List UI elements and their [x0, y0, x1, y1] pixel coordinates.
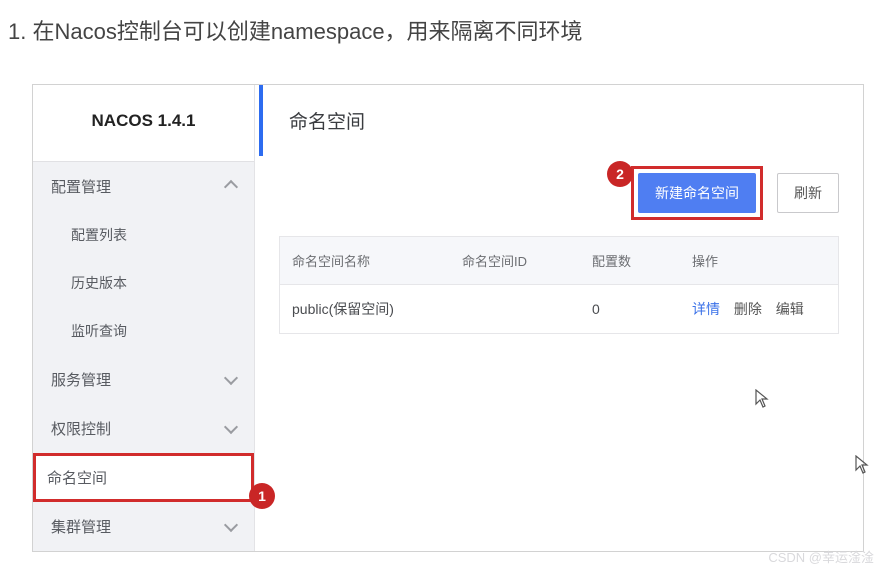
sidebar-item-namespace[interactable]: 命名空间: [33, 453, 254, 502]
detail-link[interactable]: 详情: [692, 301, 720, 317]
chevron-down-icon: [224, 371, 238, 385]
sidebar-item-listen[interactable]: 监听查询: [33, 307, 254, 355]
sidebar-item-config-manage[interactable]: 配置管理: [33, 162, 254, 211]
logo: NACOS 1.4.1: [33, 85, 254, 162]
sidebar: NACOS 1.4.1 配置管理 配置列表 历史版本 监听查询 服务管理 权限控…: [33, 85, 255, 551]
sidebar-item-auth-control[interactable]: 权限控制: [33, 404, 254, 453]
annotation-badge-1: 1: [249, 483, 275, 509]
cell-op: 详情 删除 编辑: [680, 285, 838, 333]
sidebar-item-cluster[interactable]: 集群管理: [33, 502, 254, 551]
col-name: 命名空间名称: [280, 237, 450, 284]
edit-link[interactable]: 编辑: [776, 301, 804, 317]
delete-link[interactable]: 删除: [734, 301, 762, 317]
nacos-console: NACOS 1.4.1 配置管理 配置列表 历史版本 监听查询 服务管理 权限控…: [32, 84, 864, 552]
chevron-down-icon: [224, 420, 238, 434]
sidebar-item-label: 监听查询: [71, 321, 127, 341]
cell-id: [450, 295, 580, 323]
sidebar-item-service-manage[interactable]: 服务管理: [33, 355, 254, 404]
main-content: 命名空间 新建命名空间 刷新 命名空间名称 命名空间ID 配置数 操作 publ…: [255, 85, 863, 551]
sidebar-item-label: 集群管理: [51, 516, 111, 537]
sidebar-item-config-list[interactable]: 配置列表: [33, 211, 254, 259]
chevron-down-icon: [224, 518, 238, 532]
sidebar-item-label: 命名空间: [47, 467, 107, 488]
sidebar-item-label: 配置管理: [51, 176, 111, 197]
table-row: public(保留空间) 0 详情 删除 编辑: [280, 285, 838, 333]
sidebar-item-label: 历史版本: [71, 273, 127, 293]
col-op: 操作: [680, 237, 838, 284]
page-title: 命名空间: [259, 85, 863, 156]
create-namespace-button[interactable]: 新建命名空间: [638, 173, 756, 213]
sidebar-item-label: 服务管理: [51, 369, 111, 390]
sidebar-item-label: 配置列表: [71, 225, 127, 245]
sidebar-item-history[interactable]: 历史版本: [33, 259, 254, 307]
toolbar: 新建命名空间 刷新: [255, 156, 863, 236]
refresh-button[interactable]: 刷新: [777, 173, 839, 213]
cell-name: public(保留空间): [280, 285, 450, 333]
cursor-icon: [855, 455, 869, 475]
cell-count: 0: [580, 287, 680, 331]
cursor-icon: [755, 389, 769, 409]
annotation-badge-2: 2: [607, 161, 633, 187]
highlight-box-create: 新建命名空间: [631, 166, 763, 220]
watermark: CSDN @幸运淦淦: [768, 547, 874, 566]
sidebar-item-label: 权限控制: [51, 418, 111, 439]
instruction-heading: 1. 在Nacos控制台可以创建namespace，用来隔离不同环境: [0, 0, 884, 46]
col-count: 配置数: [580, 237, 680, 284]
col-id: 命名空间ID: [450, 237, 580, 284]
table-header: 命名空间名称 命名空间ID 配置数 操作: [280, 237, 838, 285]
chevron-up-icon: [224, 180, 238, 194]
namespace-table: 命名空间名称 命名空间ID 配置数 操作 public(保留空间) 0 详情 删…: [279, 236, 839, 334]
